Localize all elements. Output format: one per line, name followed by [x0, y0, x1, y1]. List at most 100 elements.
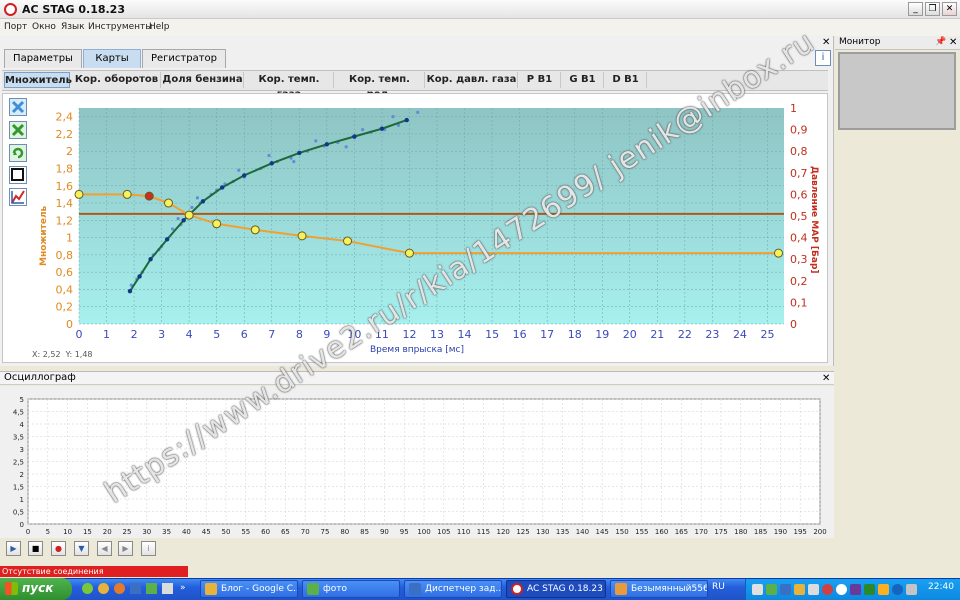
y2-tick-label: 0,7 [790, 167, 808, 180]
pin-icon[interactable]: 📌 [935, 37, 946, 47]
multiplier-point [297, 231, 307, 241]
stop-button[interactable]: ■ [28, 541, 43, 556]
tray-security-icon[interactable] [794, 584, 805, 595]
osc-x-tick-label: 90 [380, 528, 389, 536]
subtab-gas-temp-correction[interactable]: Кор. темп. газа [245, 72, 334, 100]
tray-shield-icon[interactable] [864, 584, 875, 595]
chrome-icon[interactable] [98, 583, 109, 594]
tab-maps[interactable]: Карты [83, 49, 141, 68]
media-icon[interactable] [146, 583, 157, 594]
x-tick-label: 1 [103, 328, 110, 341]
x-tick-label: 7 [268, 328, 275, 341]
y-tick-label: 2,4 [56, 111, 74, 124]
close-button[interactable]: ✕ [942, 2, 957, 16]
info-button[interactable]: i [141, 541, 156, 556]
osc-x-tick-label: 110 [457, 528, 470, 536]
x-tick-label: 13 [430, 328, 444, 341]
maximize-button[interactable]: ❐ [925, 2, 940, 16]
tray-usb-icon[interactable] [906, 584, 917, 595]
menu-tools[interactable]: Инструменты [88, 22, 152, 32]
y-tick-label: 0,8 [56, 249, 74, 262]
cancel-icon[interactable] [9, 121, 27, 139]
disk-icon[interactable] [130, 583, 141, 594]
y-tick-label: 0 [66, 318, 73, 331]
connection-status: Отсутствие соединения [0, 566, 188, 577]
tab-parameters[interactable]: Параметры [4, 49, 82, 68]
fit-point [220, 185, 225, 190]
monitor-close-icon[interactable]: ✕ [949, 37, 957, 48]
quick-launch-more-icon[interactable]: » [180, 583, 186, 593]
select-icon[interactable] [9, 166, 27, 184]
osc-x-tick-label: 140 [576, 528, 589, 536]
record-button[interactable]: ● [51, 541, 66, 556]
osc-x-tick-label: 45 [202, 528, 211, 536]
multiplier-point [74, 189, 84, 199]
tray-antivirus-icon[interactable] [822, 584, 833, 595]
subtab-g-b1[interactable]: G B1 [562, 72, 604, 88]
osc-x-tick-label: 80 [340, 528, 349, 536]
menu-window[interactable]: Окно [32, 22, 56, 32]
osc-y-tick-label: 5 [20, 396, 24, 404]
y-tick-label: 1,8 [56, 162, 74, 175]
menu-language[interactable]: Язык [61, 22, 85, 32]
tray-skype-icon[interactable] [892, 584, 903, 595]
osc-x-tick-label: 95 [400, 528, 409, 536]
play-button[interactable]: ▶ [6, 541, 21, 556]
tray-volume-icon[interactable] [808, 584, 819, 595]
tab-recorder[interactable]: Регистратор [142, 49, 226, 68]
oscillograph-title: Осциллограф [4, 372, 76, 383]
minimize-button[interactable]: _ [908, 2, 923, 16]
osc-x-tick-label: 55 [241, 528, 250, 536]
subtab-petrol-share[interactable]: Доля бензина [162, 72, 244, 88]
photo-task-icon [307, 583, 319, 595]
sample-point [267, 153, 271, 158]
fit-point [181, 218, 186, 223]
subtab-multiplier[interactable]: Множитель [4, 72, 72, 88]
refresh-icon[interactable] [9, 144, 27, 162]
quick-launch-app-icon[interactable] [82, 583, 93, 594]
tray-bluetooth-icon[interactable] [780, 584, 791, 595]
osc-x-tick-label: 135 [556, 528, 569, 536]
panel-close-icon[interactable]: ✕ [822, 37, 830, 48]
y2-tick-label: 0,9 [790, 124, 808, 137]
menu-port[interactable]: Порт [4, 22, 27, 32]
tray-clock-icon[interactable] [836, 584, 847, 595]
y2-tick-label: 0 [790, 318, 797, 331]
subtab-rpm-correction[interactable]: Кор. оборотов [73, 72, 161, 88]
y-tick-label: 2 [66, 145, 73, 158]
chart-icon[interactable] [9, 188, 27, 206]
firefox-icon[interactable] [114, 583, 125, 594]
language-indicator[interactable]: RU [712, 582, 725, 592]
fit-point [242, 173, 247, 178]
tray-update-icon[interactable] [850, 584, 861, 595]
menu-help[interactable]: Help [149, 22, 170, 32]
calculator-icon[interactable] [162, 583, 173, 594]
tray-network-icon[interactable] [752, 584, 763, 595]
fit-point [352, 134, 357, 139]
next-button[interactable]: ▶ [118, 541, 133, 556]
subtab-reducer-temp-correction[interactable]: Кор. темп. ред. [335, 72, 425, 100]
x-tick-label: 0 [76, 328, 83, 341]
y-axis-label: Множитель [39, 205, 49, 266]
tray-warning-icon[interactable] [878, 584, 889, 595]
y2-tick-label: 0,8 [790, 145, 808, 158]
subtab-gas-pressure-correction[interactable]: Кор. давл. газа [426, 72, 518, 88]
sample-point [416, 110, 420, 114]
oscillograph-y-ticks: 0 0,5 1 1,5 2 2,5 3 3,5 4 4,5 5 [13, 396, 25, 529]
x-tick-label: 11 [375, 328, 389, 341]
osc-x-tick-label: 70 [301, 528, 310, 536]
oscillograph-close-icon[interactable]: ✕ [822, 373, 830, 384]
multiplier-chart[interactable]: 0 0,2 0,4 0,6 0,8 1 1,2 1,4 1,6 1,8 2 2,2 2,4 0 0,1 0,… [30, 96, 820, 358]
subtab-p-b1[interactable]: P B1 [519, 72, 561, 88]
multiplier-point [184, 210, 194, 220]
zoom-icon[interactable] [9, 98, 27, 116]
info-icon[interactable]: ⅰ [815, 50, 831, 66]
osc-x-tick-label: 40 [182, 528, 191, 536]
y-tick-label: 1,2 [56, 214, 74, 227]
tray-app-icon[interactable] [766, 584, 777, 595]
previous-button[interactable]: ◀ [97, 541, 112, 556]
subtab-d-b1[interactable]: D B1 [605, 72, 647, 88]
multiplier-point [144, 191, 154, 201]
save-button[interactable]: ▼ [74, 541, 89, 556]
x-tick-label: 3 [158, 328, 165, 341]
